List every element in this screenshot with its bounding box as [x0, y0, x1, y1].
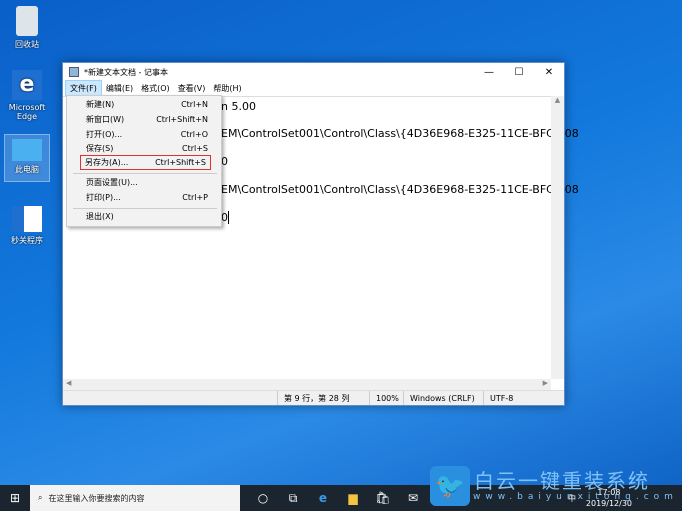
- icon-label: 回收站: [15, 40, 39, 49]
- text-line: 0: [221, 155, 228, 168]
- label: 页面设置(U)...: [86, 178, 138, 187]
- file-menu: 新建(N) Ctrl+N 新窗口(W) Ctrl+Shift+N 打开(O)... C…: [66, 95, 222, 227]
- icon-label: 此电脑: [15, 165, 39, 174]
- text-line: 0: [221, 211, 229, 224]
- menu-format[interactable]: 格式(O): [137, 81, 174, 96]
- watermark-url: www.baiyunxitong.com: [473, 492, 678, 502]
- shortcut: Ctrl+P: [182, 193, 208, 202]
- icon-label: 秒关程序: [11, 236, 43, 245]
- label: 另存为(A)...: [85, 158, 129, 167]
- label: 退出(X): [86, 212, 114, 221]
- menu-item-page-setup[interactable]: 页面设置(U)...: [68, 175, 220, 190]
- menu-bar: 文件(F) 编辑(E) 格式(O) 查看(V) 帮助(H): [63, 80, 564, 97]
- status-encoding: UTF-8: [483, 391, 519, 405]
- menu-item-new[interactable]: 新建(N) Ctrl+N: [68, 97, 220, 112]
- shortcut: Ctrl+Shift+N: [156, 115, 208, 124]
- menu-edit[interactable]: 编辑(E): [102, 81, 137, 96]
- menu-item-new-window[interactable]: 新窗口(W) Ctrl+Shift+N: [68, 112, 220, 127]
- desktop-icon-program[interactable]: 秒关程序: [4, 206, 50, 246]
- status-line-ending: Windows (CRLF): [403, 391, 483, 405]
- computer-icon: [12, 139, 42, 161]
- scroll-right-icon[interactable]: ▶: [543, 379, 548, 387]
- close-button[interactable]: ✕: [534, 67, 564, 78]
- title-bar[interactable]: *新建文本文档 - 记事本 — ☐ ✕: [63, 63, 564, 81]
- watermark-bird-logo: 🐦: [430, 466, 470, 506]
- menu-item-open[interactable]: 打开(O)... Ctrl+O: [68, 127, 220, 142]
- label: 新窗口(W): [86, 115, 125, 124]
- notepad-icon: [69, 67, 79, 77]
- shortcut: Ctrl+S: [181, 144, 208, 153]
- text-line: n 5.00: [221, 100, 256, 113]
- status-zoom: 100%: [369, 391, 403, 405]
- task-view-icon[interactable]: ⧉: [278, 491, 308, 506]
- menu-item-save[interactable]: 保存(S) Ctrl+S: [68, 141, 220, 156]
- file-explorer-icon[interactable]: ▆: [338, 491, 368, 505]
- search-box[interactable]: ⌕ 在这里输入你要搜索的内容: [30, 485, 240, 511]
- label: 新建(N): [86, 100, 115, 109]
- text-line: EM\ControlSet001\Control\Class\{4D36E968…: [221, 183, 579, 196]
- edge-taskbar-icon[interactable]: e: [308, 491, 338, 505]
- label: 打开(O)...: [86, 130, 123, 139]
- search-placeholder: 在这里输入你要搜索的内容: [48, 493, 145, 503]
- menu-item-print[interactable]: 打印(P)... Ctrl+P: [68, 190, 220, 205]
- edge-icon: e: [12, 70, 42, 100]
- menu-view[interactable]: 查看(V): [174, 81, 210, 96]
- text-line: EM\ControlSet001\Control\Class\{4D36E968…: [221, 127, 579, 140]
- maximize-button[interactable]: ☐: [504, 67, 534, 78]
- menu-help[interactable]: 帮助(H): [209, 81, 245, 96]
- status-bar: 第 9 行，第 28 列 100% Windows (CRLF) UTF-8: [63, 390, 564, 405]
- vertical-scrollbar[interactable]: ▲: [551, 96, 564, 379]
- desktop-icon-edge[interactable]: e Microsoft Edge: [4, 70, 50, 121]
- search-icon: ⌕: [38, 493, 43, 502]
- mail-icon[interactable]: ✉: [398, 491, 428, 505]
- label: 打印(P)...: [86, 193, 121, 202]
- program-icon: [12, 206, 42, 232]
- menu-item-exit[interactable]: 退出(X): [68, 209, 220, 224]
- menu-item-save-as[interactable]: 另存为(A)... Ctrl+Shift+S: [80, 155, 211, 170]
- cortana-icon[interactable]: ○: [248, 491, 278, 505]
- minimize-button[interactable]: —: [474, 67, 504, 78]
- shortcut: Ctrl+Shift+S: [155, 158, 206, 167]
- status-position: 第 9 行，第 28 列: [277, 391, 369, 405]
- shortcut: Ctrl+O: [180, 130, 208, 139]
- scroll-up-icon[interactable]: ▲: [555, 96, 560, 104]
- desktop-icon-this-pc[interactable]: 此电脑: [4, 134, 50, 182]
- watermark-text: 白云一键重装系统: [474, 469, 650, 493]
- label: 保存(S): [86, 144, 114, 153]
- recycle-bin-icon: [16, 6, 38, 36]
- icon-label: Microsoft Edge: [8, 103, 46, 121]
- store-icon[interactable]: 🛍: [368, 491, 398, 505]
- start-button[interactable]: ⊞: [0, 491, 30, 505]
- desktop-icon-recycle-bin[interactable]: 回收站: [4, 6, 50, 50]
- shortcut: Ctrl+N: [181, 100, 208, 109]
- menu-separator: [73, 173, 217, 174]
- window-title: *新建文本文档 - 记事本: [84, 67, 168, 77]
- scroll-left-icon[interactable]: ◀: [63, 379, 71, 387]
